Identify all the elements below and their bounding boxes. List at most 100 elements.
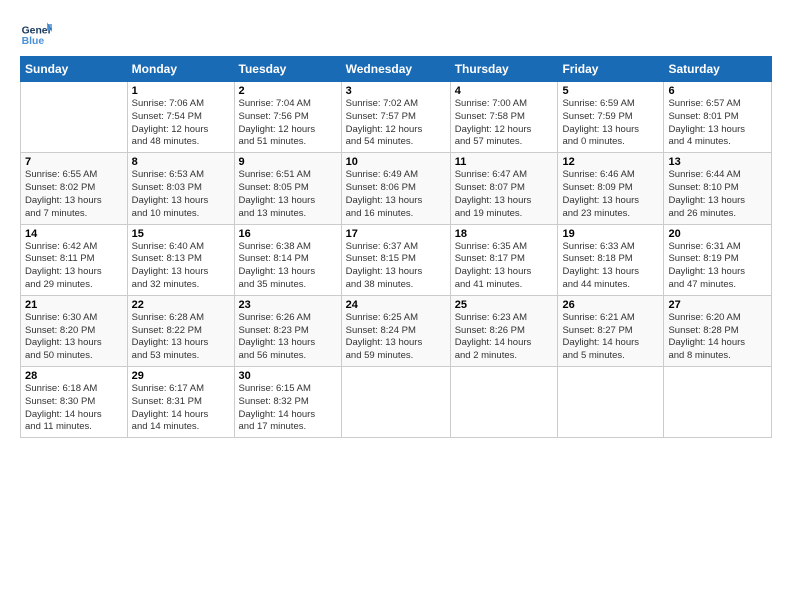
calendar-week-5: 28Sunrise: 6:18 AM Sunset: 8:30 PM Dayli…: [21, 367, 772, 438]
calendar-cell: 11Sunrise: 6:47 AM Sunset: 8:07 PM Dayli…: [450, 153, 558, 224]
day-info: Sunrise: 7:00 AM Sunset: 7:58 PM Dayligh…: [455, 98, 554, 149]
day-info: Sunrise: 6:55 AM Sunset: 8:02 PM Dayligh…: [25, 169, 123, 220]
calendar-cell: 14Sunrise: 6:42 AM Sunset: 8:11 PM Dayli…: [21, 224, 128, 295]
calendar-cell: 5Sunrise: 6:59 AM Sunset: 7:59 PM Daylig…: [558, 82, 664, 153]
day-number: 25: [455, 299, 554, 311]
day-number: 16: [239, 228, 337, 240]
day-info: Sunrise: 6:26 AM Sunset: 8:23 PM Dayligh…: [239, 312, 337, 363]
calendar-cell: [21, 82, 128, 153]
day-header-friday: Friday: [558, 57, 664, 82]
day-info: Sunrise: 6:42 AM Sunset: 8:11 PM Dayligh…: [25, 241, 123, 292]
day-number: 26: [562, 299, 659, 311]
day-info: Sunrise: 6:28 AM Sunset: 8:22 PM Dayligh…: [132, 312, 230, 363]
day-number: 27: [668, 299, 767, 311]
calendar-week-1: 1Sunrise: 7:06 AM Sunset: 7:54 PM Daylig…: [21, 82, 772, 153]
day-info: Sunrise: 6:18 AM Sunset: 8:30 PM Dayligh…: [25, 383, 123, 434]
calendar-cell: 2Sunrise: 7:04 AM Sunset: 7:56 PM Daylig…: [234, 82, 341, 153]
calendar-cell: 23Sunrise: 6:26 AM Sunset: 8:23 PM Dayli…: [234, 295, 341, 366]
day-number: 2: [239, 85, 337, 97]
day-number: 30: [239, 370, 337, 382]
day-number: 6: [668, 85, 767, 97]
calendar-table: SundayMondayTuesdayWednesdayThursdayFrid…: [20, 56, 772, 438]
calendar-cell: 17Sunrise: 6:37 AM Sunset: 8:15 PM Dayli…: [341, 224, 450, 295]
svg-text:Blue: Blue: [22, 36, 45, 47]
day-info: Sunrise: 6:53 AM Sunset: 8:03 PM Dayligh…: [132, 169, 230, 220]
calendar-cell: 16Sunrise: 6:38 AM Sunset: 8:14 PM Dayli…: [234, 224, 341, 295]
day-header-sunday: Sunday: [21, 57, 128, 82]
day-number: 5: [562, 85, 659, 97]
calendar-cell: [558, 367, 664, 438]
logo: General Blue: [20, 16, 52, 48]
day-header-monday: Monday: [127, 57, 234, 82]
calendar-header-row: SundayMondayTuesdayWednesdayThursdayFrid…: [21, 57, 772, 82]
logo-icon: General Blue: [20, 16, 52, 48]
calendar-cell: 1Sunrise: 7:06 AM Sunset: 7:54 PM Daylig…: [127, 82, 234, 153]
calendar-cell: 8Sunrise: 6:53 AM Sunset: 8:03 PM Daylig…: [127, 153, 234, 224]
day-info: Sunrise: 6:47 AM Sunset: 8:07 PM Dayligh…: [455, 169, 554, 220]
day-info: Sunrise: 7:02 AM Sunset: 7:57 PM Dayligh…: [346, 98, 446, 149]
day-info: Sunrise: 6:51 AM Sunset: 8:05 PM Dayligh…: [239, 169, 337, 220]
day-number: 11: [455, 156, 554, 168]
day-header-wednesday: Wednesday: [341, 57, 450, 82]
calendar-cell: 30Sunrise: 6:15 AM Sunset: 8:32 PM Dayli…: [234, 367, 341, 438]
calendar-cell: 24Sunrise: 6:25 AM Sunset: 8:24 PM Dayli…: [341, 295, 450, 366]
calendar-cell: 18Sunrise: 6:35 AM Sunset: 8:17 PM Dayli…: [450, 224, 558, 295]
calendar-cell: 27Sunrise: 6:20 AM Sunset: 8:28 PM Dayli…: [664, 295, 772, 366]
day-number: 20: [668, 228, 767, 240]
day-number: 8: [132, 156, 230, 168]
day-number: 3: [346, 85, 446, 97]
day-number: 18: [455, 228, 554, 240]
calendar-cell: 9Sunrise: 6:51 AM Sunset: 8:05 PM Daylig…: [234, 153, 341, 224]
day-info: Sunrise: 7:06 AM Sunset: 7:54 PM Dayligh…: [132, 98, 230, 149]
day-number: 7: [25, 156, 123, 168]
day-info: Sunrise: 6:38 AM Sunset: 8:14 PM Dayligh…: [239, 241, 337, 292]
header: General Blue: [20, 16, 772, 48]
day-number: 9: [239, 156, 337, 168]
day-info: Sunrise: 6:44 AM Sunset: 8:10 PM Dayligh…: [668, 169, 767, 220]
day-info: Sunrise: 6:59 AM Sunset: 7:59 PM Dayligh…: [562, 98, 659, 149]
day-number: 24: [346, 299, 446, 311]
calendar-cell: 6Sunrise: 6:57 AM Sunset: 8:01 PM Daylig…: [664, 82, 772, 153]
calendar-cell: [341, 367, 450, 438]
day-info: Sunrise: 6:31 AM Sunset: 8:19 PM Dayligh…: [668, 241, 767, 292]
calendar-week-3: 14Sunrise: 6:42 AM Sunset: 8:11 PM Dayli…: [21, 224, 772, 295]
day-info: Sunrise: 6:46 AM Sunset: 8:09 PM Dayligh…: [562, 169, 659, 220]
day-number: 13: [668, 156, 767, 168]
calendar-cell: [664, 367, 772, 438]
calendar-cell: 29Sunrise: 6:17 AM Sunset: 8:31 PM Dayli…: [127, 367, 234, 438]
calendar-week-4: 21Sunrise: 6:30 AM Sunset: 8:20 PM Dayli…: [21, 295, 772, 366]
calendar-cell: 25Sunrise: 6:23 AM Sunset: 8:26 PM Dayli…: [450, 295, 558, 366]
day-header-tuesday: Tuesday: [234, 57, 341, 82]
day-info: Sunrise: 6:49 AM Sunset: 8:06 PM Dayligh…: [346, 169, 446, 220]
day-info: Sunrise: 6:33 AM Sunset: 8:18 PM Dayligh…: [562, 241, 659, 292]
day-number: 12: [562, 156, 659, 168]
day-info: Sunrise: 6:40 AM Sunset: 8:13 PM Dayligh…: [132, 241, 230, 292]
calendar-cell: 22Sunrise: 6:28 AM Sunset: 8:22 PM Dayli…: [127, 295, 234, 366]
day-number: 19: [562, 228, 659, 240]
calendar-cell: 21Sunrise: 6:30 AM Sunset: 8:20 PM Dayli…: [21, 295, 128, 366]
day-info: Sunrise: 6:21 AM Sunset: 8:27 PM Dayligh…: [562, 312, 659, 363]
calendar-cell: 19Sunrise: 6:33 AM Sunset: 8:18 PM Dayli…: [558, 224, 664, 295]
day-info: Sunrise: 6:35 AM Sunset: 8:17 PM Dayligh…: [455, 241, 554, 292]
day-number: 14: [25, 228, 123, 240]
day-number: 15: [132, 228, 230, 240]
calendar-cell: 20Sunrise: 6:31 AM Sunset: 8:19 PM Dayli…: [664, 224, 772, 295]
day-number: 4: [455, 85, 554, 97]
day-number: 23: [239, 299, 337, 311]
calendar-cell: 13Sunrise: 6:44 AM Sunset: 8:10 PM Dayli…: [664, 153, 772, 224]
day-info: Sunrise: 6:17 AM Sunset: 8:31 PM Dayligh…: [132, 383, 230, 434]
calendar-cell: 10Sunrise: 6:49 AM Sunset: 8:06 PM Dayli…: [341, 153, 450, 224]
day-info: Sunrise: 6:57 AM Sunset: 8:01 PM Dayligh…: [668, 98, 767, 149]
day-number: 10: [346, 156, 446, 168]
calendar-cell: 7Sunrise: 6:55 AM Sunset: 8:02 PM Daylig…: [21, 153, 128, 224]
day-info: Sunrise: 6:25 AM Sunset: 8:24 PM Dayligh…: [346, 312, 446, 363]
calendar-cell: [450, 367, 558, 438]
day-number: 22: [132, 299, 230, 311]
day-number: 28: [25, 370, 123, 382]
day-number: 29: [132, 370, 230, 382]
day-info: Sunrise: 6:15 AM Sunset: 8:32 PM Dayligh…: [239, 383, 337, 434]
calendar-cell: 26Sunrise: 6:21 AM Sunset: 8:27 PM Dayli…: [558, 295, 664, 366]
day-number: 1: [132, 85, 230, 97]
day-header-thursday: Thursday: [450, 57, 558, 82]
calendar-cell: 15Sunrise: 6:40 AM Sunset: 8:13 PM Dayli…: [127, 224, 234, 295]
